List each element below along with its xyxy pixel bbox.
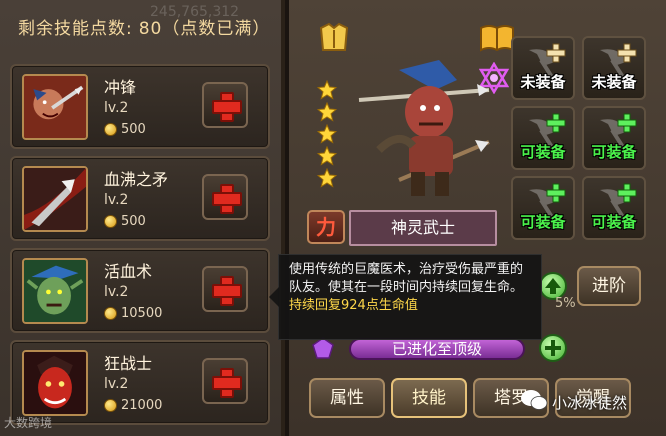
star-icon [316,79,338,100]
hero-name: 神灵武士 [349,210,497,246]
advance-progress: 5% [555,296,576,311]
slot-status-label: 可装备 [520,213,566,231]
tab-skills[interactable]: 技能 [391,378,467,418]
skill-cost: 21000 [104,398,162,413]
star-icon [316,123,338,144]
plus-icon [212,368,242,398]
wechat-icon [521,390,548,410]
skill-cost: 500 [104,122,146,137]
hero-panel: 未装备 未装备 可装备 可装备 可装备 可装备 力 神灵武士 进阶 5% 已进化… [289,0,666,436]
skill-tooltip: 使用传统的巨魔医术，治疗受伤最严重的队友。使其在一段时间内持续回复生命。 持续回… [269,254,542,340]
tab-attributes[interactable]: 属性 [309,378,385,418]
coin-icon [104,307,117,320]
skill-level: lv.2 [104,100,129,116]
power-attribute-button[interactable]: 力 [307,210,345,244]
skill-cost: 10500 [104,306,162,321]
skill-points-display: 剩余技能点数: 80（点数已满） [10,8,278,50]
plus-icon [546,43,566,63]
skill-points-value: 80（点数已满） [138,19,271,39]
slot-status-label: 可装备 [520,143,566,161]
skill-level: lv.2 [104,284,129,300]
skill-card-charge[interactable]: 冲锋 lv.2 500 [10,64,270,149]
slot-status-label: 可装备 [591,143,637,161]
watermark-left: 大数跨境 [4,416,53,430]
evolve-plus-button[interactable] [539,334,567,362]
coin-icon [104,123,117,136]
skill-card-blood-spear[interactable]: 血沸之矛 lv.2 500 [10,156,270,241]
equipment-slot[interactable]: 可装备 [511,176,575,240]
plus-icon [212,184,242,214]
spear-icon [22,166,88,232]
plus-icon [546,183,566,203]
coin-icon [104,215,117,228]
armor-icon[interactable] [317,22,351,52]
equipment-slot[interactable]: 未装备 [511,36,575,100]
advance-button[interactable]: 进阶 [577,266,641,306]
skill-card-blood-rite[interactable]: 活血术 lv.2 10500 [10,248,270,333]
berserker-icon [22,350,88,416]
star-icon [316,101,338,122]
tooltip-effect: 持续回复924点生命值 [289,298,418,313]
watermark-right: 小冰冰徒然 [552,394,628,412]
skill-points-label: 剩余技能点数: [18,19,133,39]
skill-cost-value: 10500 [121,306,163,321]
skill-name: 活血术 [104,262,153,281]
skill-cost-value: 500 [121,214,146,229]
plus-icon [212,276,242,306]
skill-level: lv.2 [104,192,129,208]
upgrade-skill-button[interactable] [202,358,248,404]
hero-display [299,10,514,205]
skill-cost-value: 21000 [121,398,163,413]
book-icon[interactable] [479,24,515,52]
plus-icon [617,113,637,133]
hero-figure [358,60,490,196]
up-arrow-icon [545,278,561,294]
plus-icon [212,92,242,122]
skill-name: 冲锋 [104,78,137,97]
skill-cost: 500 [104,214,146,229]
plus-icon [617,183,637,203]
upgrade-skill-button[interactable] [202,266,248,312]
plus-icon [546,113,566,133]
skill-name: 狂战士 [104,354,153,373]
equipment-slot[interactable]: 可装备 [582,106,646,170]
charge-icon [22,74,88,140]
star-icon [316,167,338,188]
skill-card-berserker[interactable]: 狂战士 lv.2 21000 [10,340,270,425]
evolve-status-bar: 已进化至顶级 [349,338,525,360]
skill-cost-value: 500 [121,122,146,137]
upgrade-skill-button[interactable] [202,82,248,128]
equipment-slot[interactable]: 可装备 [511,106,575,170]
coin-icon [104,399,117,412]
upgrade-skill-button[interactable] [202,174,248,220]
plus-icon [617,43,637,63]
skill-level: lv.2 [104,376,129,392]
slot-status-label: 可装备 [591,213,637,231]
slot-status-label: 未装备 [591,73,637,91]
tooltip-description: 使用传统的巨魔医术，治疗受伤最严重的队友。使其在一段时间内持续回复生命。 [289,262,524,295]
equipment-slot[interactable]: 未装备 [582,36,646,100]
equipment-slot[interactable]: 可装备 [582,176,646,240]
troll-face-icon [22,258,88,324]
skill-panel: 245,765,312 剩余技能点数:80（点数已满） 冲锋 lv.2 500 [0,0,285,436]
skill-name: 血沸之矛 [104,170,169,189]
slot-status-label: 未装备 [520,73,566,91]
star-icon [316,145,338,166]
